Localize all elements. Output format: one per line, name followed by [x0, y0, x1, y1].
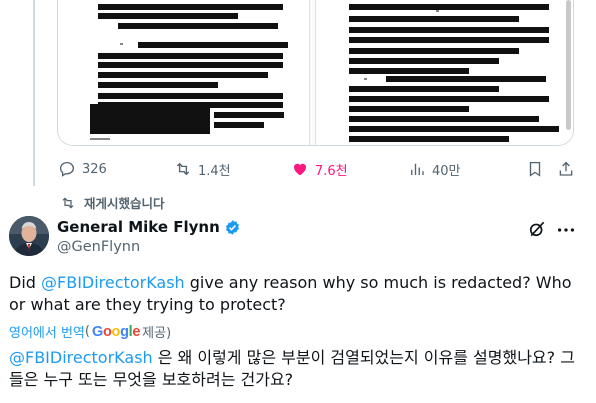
repost-banner-label: 재게시했습니다 — [84, 196, 165, 211]
google-logo: Google — [91, 323, 141, 340]
reply-count: 326 — [82, 161, 107, 177]
translated-from-link[interactable]: 영어에서 번역 — [9, 322, 85, 341]
reply-button[interactable]: 326 — [58, 156, 107, 182]
translation-provided-by: 제공) — [142, 326, 172, 341]
document-page-left — [58, 0, 310, 145]
repost-count: 1.4천 — [198, 163, 231, 179]
redacted-document-image[interactable] — [57, 0, 574, 146]
translation-attribution: 영어에서 번역 ( Google 제공) — [9, 322, 172, 342]
reply-icon — [59, 161, 75, 177]
heart-icon — [294, 163, 306, 176]
author-name[interactable]: General Mike Flynn — [57, 218, 220, 236]
image-scrollbar[interactable] — [566, 0, 571, 130]
bookmark-icon — [529, 161, 541, 177]
like-count: 7.6천 — [315, 163, 348, 179]
repost-icon — [176, 162, 190, 176]
translated-mention-link[interactable]: @FBIDirectorKash — [9, 348, 153, 367]
author-handle[interactable]: @GenFlynn — [57, 239, 140, 255]
avatar-image — [9, 216, 49, 256]
author-avatar[interactable] — [9, 216, 49, 256]
grok-icon[interactable] — [527, 219, 547, 239]
translated-tweet-text: @FBIDirectorKash 은 왜 이렇게 많은 부분이 검열되었는지 이… — [9, 347, 589, 391]
translation-open-paren: ( — [84, 324, 90, 339]
mention-link[interactable]: @FBIDirectorKash — [41, 273, 185, 292]
tweet-text-start: Did — [9, 273, 42, 292]
author-name-row[interactable]: General Mike Flynn — [57, 218, 241, 236]
repost-button[interactable]: 1.4천 — [174, 156, 231, 182]
like-button[interactable]: 7.6천 — [291, 156, 348, 182]
repost-icon — [62, 196, 74, 209]
verified-icon — [225, 219, 239, 235]
tweet-action-bar: 326 1.4천 7.6천 40만 — [0, 156, 596, 182]
views-icon — [411, 163, 424, 175]
more-icon[interactable] — [555, 219, 577, 241]
document-page-right — [315, 0, 573, 145]
tweet-text: Did @FBIDirectorKash give any reason why… — [9, 272, 584, 316]
share-icon — [559, 161, 573, 176]
views-count: 40만 — [432, 163, 461, 179]
share-button[interactable] — [557, 156, 575, 182]
repost-banner[interactable]: 재게시했습니다 — [60, 193, 165, 212]
bookmark-button[interactable] — [526, 156, 544, 182]
views-button[interactable]: 40만 — [408, 156, 461, 182]
